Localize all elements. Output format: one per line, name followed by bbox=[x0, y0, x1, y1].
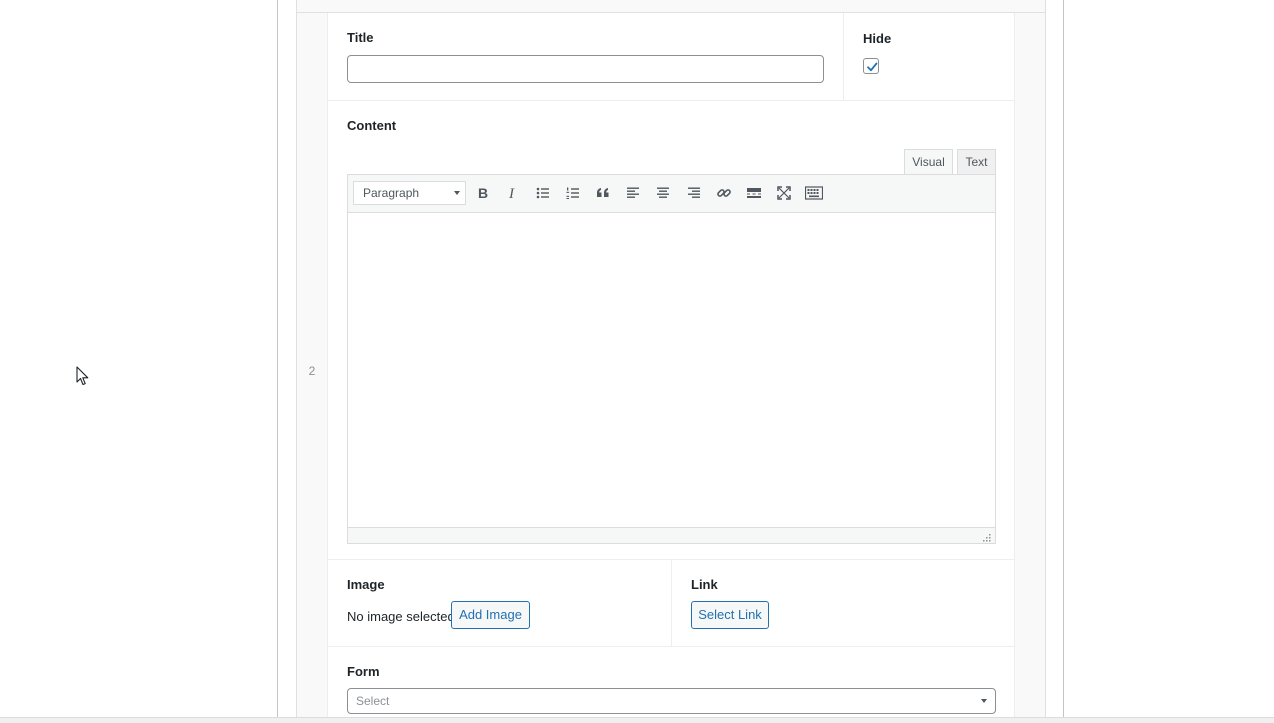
field-divider bbox=[843, 13, 844, 101]
read-more-icon[interactable] bbox=[743, 182, 765, 204]
title-label: Title bbox=[347, 30, 374, 45]
field-divider bbox=[327, 646, 1015, 647]
svg-text:I: I bbox=[508, 186, 515, 200]
chevron-down-icon bbox=[454, 191, 460, 195]
chevron-down-icon bbox=[981, 699, 987, 703]
hide-label: Hide bbox=[863, 31, 892, 46]
align-center-icon[interactable] bbox=[652, 182, 674, 204]
format-select-value: Paragraph bbox=[363, 186, 420, 200]
numbered-list-icon[interactable] bbox=[562, 182, 584, 204]
italic-icon[interactable]: I bbox=[502, 182, 524, 204]
title-input[interactable] bbox=[347, 55, 824, 83]
bullet-list-icon[interactable] bbox=[532, 182, 554, 204]
content-label: Content bbox=[347, 118, 397, 133]
mouse-cursor-icon bbox=[76, 366, 90, 386]
content-editor[interactable] bbox=[347, 174, 996, 544]
blockquote-icon[interactable] bbox=[592, 182, 614, 204]
paragraph-format-select[interactable]: Paragraph bbox=[353, 181, 466, 205]
toolbar-toggle-icon[interactable] bbox=[803, 182, 825, 204]
form-label: Form bbox=[347, 664, 380, 679]
image-label: Image bbox=[347, 577, 385, 592]
field-divider bbox=[327, 100, 1015, 101]
link-label: Link bbox=[691, 577, 718, 592]
editor-statusbar bbox=[348, 527, 995, 543]
align-left-icon[interactable] bbox=[622, 182, 644, 204]
fullscreen-icon[interactable] bbox=[773, 182, 795, 204]
checkmark-icon bbox=[867, 62, 878, 72]
svg-text:B: B bbox=[478, 186, 488, 200]
form-select-placeholder: Select bbox=[356, 694, 390, 708]
bold-icon[interactable]: B bbox=[472, 182, 494, 204]
add-image-button[interactable]: Add Image bbox=[451, 601, 530, 629]
field-divider bbox=[671, 560, 672, 646]
bottom-edge bbox=[0, 717, 1274, 723]
align-right-icon[interactable] bbox=[683, 182, 705, 204]
resize-handle-icon[interactable] bbox=[982, 531, 992, 542]
link-icon[interactable] bbox=[713, 182, 735, 204]
form-select[interactable]: Select bbox=[347, 688, 996, 714]
image-status: No image selected bbox=[347, 609, 455, 624]
select-link-button[interactable]: Select Link bbox=[691, 601, 769, 629]
tab-text[interactable]: Text bbox=[957, 149, 996, 174]
hide-checkbox[interactable] bbox=[863, 58, 879, 74]
tab-visual[interactable]: Visual bbox=[904, 149, 953, 175]
row-number: 2 bbox=[308, 364, 316, 378]
